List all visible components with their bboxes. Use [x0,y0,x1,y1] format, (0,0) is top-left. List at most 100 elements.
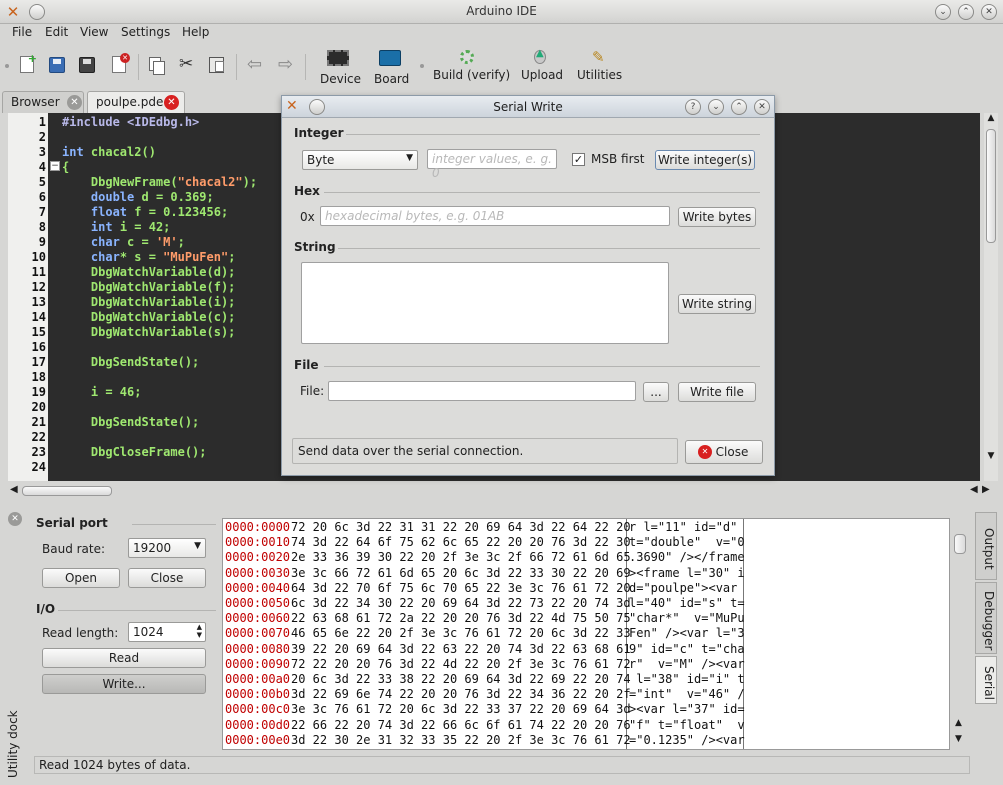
baud-rate-select[interactable]: 19200 ▼ [128,538,206,558]
close-port-button[interactable]: Close [128,568,206,588]
toolbar-separator [138,54,139,80]
paste-icon [209,57,224,73]
chevron-down-icon: ▼ [406,153,413,163]
read-length-spinbox[interactable]: 1024 ▲ ▼ [128,622,206,642]
editor-hscroll-thumb[interactable] [22,486,112,496]
scroll-right-icon[interactable]: ▶ [982,484,990,495]
hex-hex-cell: 39 22 20 69 64 3d 22 63 22 20 74 3d 22 6… [291,641,631,656]
tab-close-icon[interactable]: ✕ [164,95,179,110]
board-button[interactable]: Board [370,46,412,88]
integer-type-select[interactable]: Byte ▼ [302,150,418,170]
hex-scroll-thumb[interactable] [954,534,966,554]
build-button[interactable]: Build (verify) [430,46,510,88]
close-file-button[interactable]: ✕ [106,52,132,78]
dialog-close-button[interactable]: ✕ [754,99,770,115]
read-button[interactable]: Read [42,648,206,668]
file-tabs: Browser ✕ poulpe.pde ✕ [0,89,290,113]
cut-button[interactable]: ✂ [174,52,200,78]
copy-button[interactable] [144,52,170,78]
forward-button[interactable]: ⇨ [274,52,300,78]
minimize-button[interactable]: ⌄ [708,99,724,115]
menu-file[interactable]: File [12,25,32,39]
hex-dump-view[interactable]: 0000:0000 72 20 6c 3d 22 31 31 22 20 69 6… [222,518,950,750]
window-close-button[interactable]: ✕ [981,4,997,20]
scroll-up-icon[interactable]: ▲ [955,718,962,728]
hex-hex-cell: 6c 3d 22 34 30 22 20 69 64 3d 22 73 22 2… [291,596,631,610]
hex-off-cell: 0000:00d0 [225,717,291,732]
scroll-up-icon[interactable]: ▲ [984,113,998,127]
menu-edit[interactable]: Edit [45,25,68,39]
hex-off-cell: 0000:00a0 [225,672,291,686]
hex-asc-cell: .3690" /></frame [629,550,745,565]
file-path-input[interactable] [328,381,636,401]
write-string-button[interactable]: Write string [678,294,756,314]
hex-off-cell: 0000:0030 [225,565,291,580]
menu-help[interactable]: Help [182,25,209,39]
help-button[interactable]: ? [685,99,701,115]
hex-hex-cell: 3d 22 30 2e 31 32 33 35 22 20 2f 3e 3c 7… [291,732,631,747]
integer-values-input[interactable]: integer values, e. g. 0 [427,149,557,180]
spin-arrows-icon[interactable]: ▲ ▼ [197,623,202,639]
save-as-button[interactable] [74,52,100,78]
tab-output[interactable]: Output [975,512,997,580]
utilities-button[interactable]: ✎ Utilities [574,46,624,88]
close-dialog-button[interactable]: ✕ Close [685,440,763,464]
line-number: 3 [38,145,46,159]
tab-label: Browser [11,95,60,109]
hex-bytes-input[interactable]: hexadecimal bytes, e.g. 01AB [320,206,670,226]
scroll-down-icon[interactable]: ▼ [984,451,998,465]
board-icon [379,50,401,66]
hex-vertical-scrollbar[interactable]: ▲ ▼ [952,518,968,750]
code-line: int i = 42; [90,220,171,234]
menu-view[interactable]: View [80,25,108,39]
hint-text: Send data over the serial connection. [298,444,524,458]
minimize-button[interactable]: ⌄ [935,4,951,20]
string-textarea[interactable] [301,262,669,344]
write-file-button[interactable]: Write file [678,382,756,402]
new-file-button[interactable]: + [14,52,40,78]
arrow-right-icon: ⇨ [278,54,294,75]
tab-debugger[interactable]: Debugger [975,582,997,654]
msb-first-checkbox[interactable]: ✓ [572,153,585,166]
save-file-button[interactable] [44,52,70,78]
maximize-button[interactable]: ⌃ [958,4,974,20]
scroll-left-icon[interactable]: ◀ [10,484,18,495]
window-title: Arduino IDE [466,4,537,18]
open-port-button[interactable]: Open [42,568,120,588]
editor-horizontal-scrollbar[interactable]: ◀ ◀ ▶ [8,484,998,498]
hex-off-cell: 0000:00c0 [225,702,291,717]
tab-serial[interactable]: Serial [975,656,997,704]
hex-asc-cell: t="double" v="0 [629,535,745,550]
line-number: 8 [38,220,46,234]
code-line: float f = 0.123456; [90,205,229,219]
paste-button[interactable] [204,52,230,78]
hex-row: 0000:0030 3e 3c 66 72 61 6d 65 20 6c 3d 2… [223,566,949,581]
chevron-down-icon: ▼ [194,541,201,551]
dock-close-button[interactable]: ✕ [8,512,22,526]
hex-asc-cell: l="40" id="s" t= [629,596,745,610]
serial-port-group-title: Serial port [36,516,108,530]
tab-browser[interactable]: Browser ✕ [2,91,84,113]
hex-row: 0000:0070 46 65 6e 22 20 2f 3e 3c 76 61 7… [223,626,949,641]
scroll-down-icon[interactable]: ▼ [955,734,962,744]
hex-row: 0000:00e0 3d 22 30 2e 31 32 33 35 22 20 2… [223,733,949,748]
editor-vertical-scrollbar[interactable]: ▲ ▼ [984,113,998,481]
fold-marker-icon[interactable]: − [50,161,60,171]
menu-settings[interactable]: Settings [121,25,170,39]
maximize-button[interactable]: ⌃ [731,99,747,115]
hex-asc-cell: r l="11" id="d" [629,520,745,534]
scroll-left-icon[interactable]: ◀ [970,484,978,495]
editor-scroll-thumb[interactable] [986,129,996,243]
dock-title: Utility dock [6,710,20,778]
tab-poulpe[interactable]: poulpe.pde ✕ [87,91,185,113]
device-button[interactable]: Device [316,46,362,88]
back-button[interactable]: ⇦ [243,52,269,78]
hex-off-cell: 0000:0010 [225,535,291,550]
write-integer-button[interactable]: Write integer(s) [655,150,755,170]
upload-button[interactable]: ▲ Upload [518,46,564,88]
browse-file-button[interactable]: ... [643,382,669,402]
hex-group-title: Hex [294,184,320,198]
write-bytes-button[interactable]: Write bytes [678,207,756,227]
write-button[interactable]: Write... [42,674,206,694]
tab-close-icon[interactable]: ✕ [67,95,82,110]
